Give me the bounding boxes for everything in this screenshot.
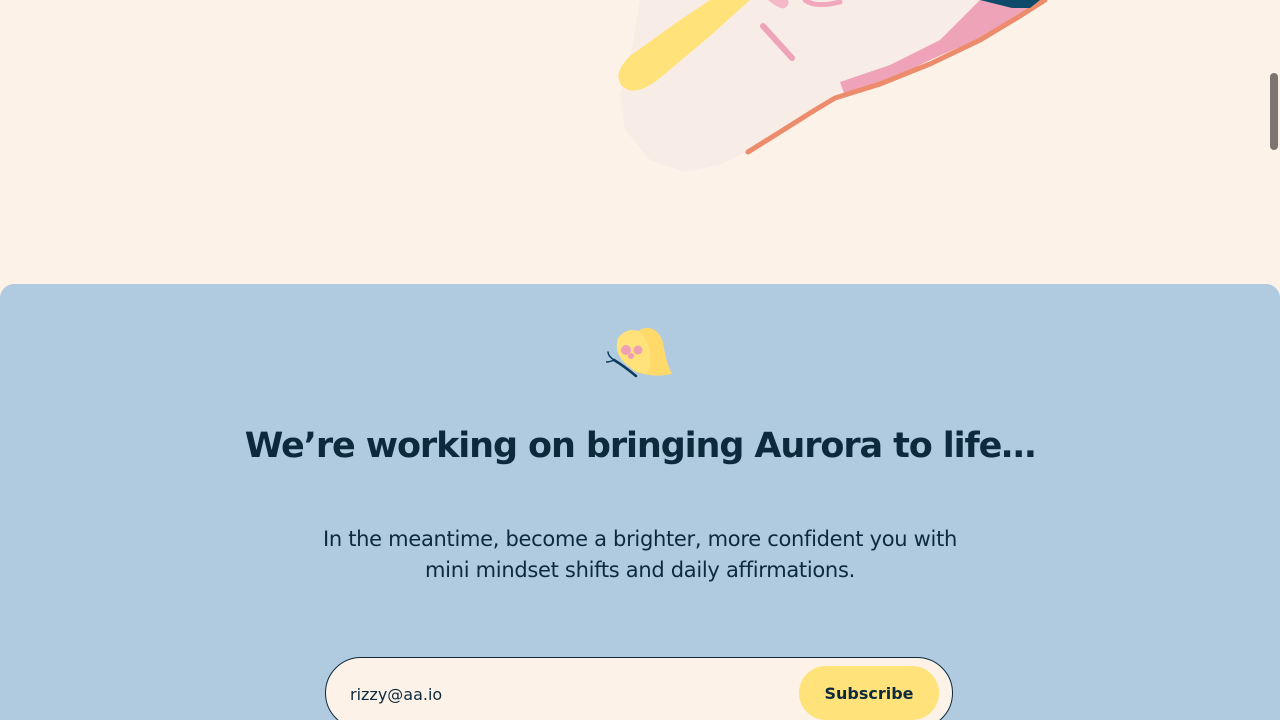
hand-illustration-icon bbox=[618, 0, 1048, 172]
email-signup-form: Subscribe bbox=[325, 657, 953, 720]
email-input[interactable] bbox=[350, 676, 790, 712]
page: We’re working on bringing Aurora to life… bbox=[0, 0, 1280, 720]
signup-title: We’re working on bringing Aurora to life… bbox=[244, 426, 1037, 466]
subscribe-button[interactable]: Subscribe bbox=[799, 666, 939, 720]
signup-section: We’re working on bringing Aurora to life… bbox=[0, 284, 1280, 720]
butterfly-icon bbox=[606, 327, 672, 378]
signup-subtitle: In the meantime, become a brighter, more… bbox=[322, 527, 958, 582]
scrollbar-thumb[interactable] bbox=[1270, 73, 1278, 150]
